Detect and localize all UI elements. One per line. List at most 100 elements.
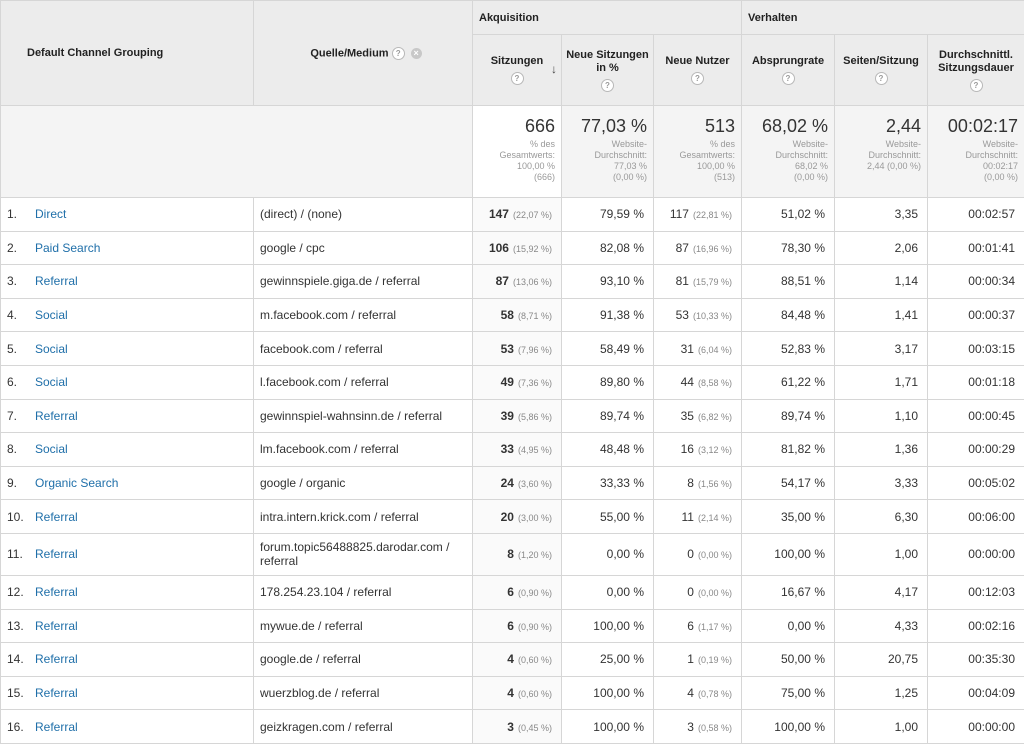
sessions-percent: (7,36 %) [518,378,552,388]
table-row[interactable]: 3.Referralgewinnspiele.giga.de / referra… [1,265,1024,299]
source-medium-cell: 178.254.23.104 / referral [254,575,473,609]
sessions-value: 3 [507,720,514,734]
table-row[interactable]: 12.Referral178.254.23.104 / referral6(0,… [1,575,1024,609]
group-header-verhalten: Verhalten [742,1,1024,35]
channel-link[interactable]: Referral [35,720,78,734]
channel-link[interactable]: Social [35,308,68,322]
new-sessions-cell: 25,00 % [562,643,654,677]
column-header-new-users[interactable]: Neue Nutzer? [654,35,742,106]
new-users-value: 31 [681,342,694,356]
channel-link[interactable]: Referral [35,652,78,666]
column-header-channel[interactable]: Default Channel Grouping [1,1,254,106]
table-row[interactable]: 11.Referralforum.topic56488825.darodar.c… [1,533,1024,575]
question-icon[interactable]: ? [601,79,614,92]
column-header-source[interactable]: Quelle/Medium ?× [254,1,473,106]
new-users-percent: (15,79 %) [693,277,732,287]
channel-link[interactable]: Referral [35,409,78,423]
sessions-percent: (8,71 %) [518,311,552,321]
new-users-cell: 87(16,96 %) [654,231,742,265]
sessions-cell: 6(0,90 %) [473,609,562,643]
row-index: 14. [7,652,35,666]
table-row[interactable]: 9.Organic Searchgoogle / organic24(3,60 … [1,466,1024,500]
question-icon[interactable]: ? [970,79,983,92]
sessions-percent: (0,90 %) [518,622,552,632]
row-index: 13. [7,619,35,633]
channel-link[interactable]: Direct [35,207,66,221]
new-sessions-cell: 79,59 % [562,198,654,232]
pages-cell: 1,10 [835,399,928,433]
channel-cell: 11.Referral [1,533,254,575]
channel-link[interactable]: Social [35,442,68,456]
channel-link[interactable]: Referral [35,510,78,524]
new-users-value: 11 [682,510,694,524]
question-icon[interactable]: ? [691,72,704,85]
source-medium-cell: intra.intern.krick.com / referral [254,500,473,534]
channel-link[interactable]: Referral [35,619,78,633]
table-row[interactable]: 8.Sociallm.facebook.com / referral33(4,9… [1,433,1024,467]
table-row[interactable]: 10.Referralintra.intern.krick.com / refe… [1,500,1024,534]
total-pages: 2,44 Website- Durchschnitt: 2,44 (0,00 %… [835,106,928,198]
row-index: 1. [7,207,35,221]
group-header-akquisition: Akquisition [473,1,742,35]
table-row[interactable]: 5.Socialfacebook.com / referral53(7,96 %… [1,332,1024,366]
channel-cell: 7.Referral [1,399,254,433]
channel-link[interactable]: Paid Search [35,241,100,255]
table-row[interactable]: 14.Referralgoogle.de / referral4(0,60 %)… [1,643,1024,677]
new-sessions-cell: 100,00 % [562,676,654,710]
sessions-value: 24 [501,476,514,490]
channel-link[interactable]: Referral [35,274,78,288]
totals-blank [1,106,473,198]
question-icon[interactable]: ? [392,47,405,60]
question-icon[interactable]: ? [875,72,888,85]
new-sessions-cell: 100,00 % [562,710,654,744]
new-users-percent: (1,56 %) [698,479,732,489]
channel-link[interactable]: Social [35,375,68,389]
new-users-value: 53 [676,308,689,322]
sessions-cell: 33(4,95 %) [473,433,562,467]
table-row[interactable]: 15.Referralwuerzblog.de / referral4(0,60… [1,676,1024,710]
sessions-cell: 6(0,90 %) [473,575,562,609]
table-row[interactable]: 1.Direct(direct) / (none)147(22,07 %)79,… [1,198,1024,232]
new-users-cell: 6(1,17 %) [654,609,742,643]
bounce-cell: 35,00 % [742,500,835,534]
row-index: 2. [7,241,35,255]
column-header-bounce[interactable]: Absprungrate? [742,35,835,106]
question-icon[interactable]: ? [782,72,795,85]
new-sessions-cell: 93,10 % [562,265,654,299]
sort-down-arrow-icon[interactable]: ↓ [551,63,557,76]
close-icon[interactable]: × [411,48,422,59]
sessions-value: 147 [489,207,509,221]
bounce-cell: 89,74 % [742,399,835,433]
row-index: 5. [7,342,35,356]
channel-link[interactable]: Referral [35,547,78,561]
total-sessions: 666 % des Gesamtwerts: 100,00 % (666) [473,106,562,198]
question-icon[interactable]: ? [511,72,524,85]
new-users-cell: 16(3,12 %) [654,433,742,467]
table-row[interactable]: 2.Paid Searchgoogle / cpc106(15,92 %)82,… [1,231,1024,265]
source-medium-cell: wuerzblog.de / referral [254,676,473,710]
table-row[interactable]: 4.Socialm.facebook.com / referral58(8,71… [1,298,1024,332]
channel-link[interactable]: Referral [35,686,78,700]
new-users-value: 87 [676,241,689,255]
channel-link[interactable]: Referral [35,585,78,599]
new-users-value: 44 [681,375,694,389]
sessions-percent: (13,06 %) [513,277,552,287]
sessions-cell: 53(7,96 %) [473,332,562,366]
column-header-new-sessions[interactable]: Neue Sitzungen in %? [562,35,654,106]
column-header-pages[interactable]: Seiten/Sitzung? [835,35,928,106]
channel-link[interactable]: Organic Search [35,476,118,490]
table-row[interactable]: 7.Referralgewinnspiel-wahnsinn.de / refe… [1,399,1024,433]
total-new-sessions: 77,03 % Website- Durchschnitt: 77,03 % (… [562,106,654,198]
new-users-value: 35 [681,409,694,423]
table-row[interactable]: 6.Sociall.facebook.com / referral49(7,36… [1,365,1024,399]
column-header-duration[interactable]: Durchschnittl. Sitzungsdauer? [928,35,1024,106]
source-medium-cell: forum.topic56488825.darodar.com / referr… [254,533,473,575]
new-users-cell: 4(0,78 %) [654,676,742,710]
table-row[interactable]: 13.Referralmywue.de / referral6(0,90 %)1… [1,609,1024,643]
column-header-sessions[interactable]: Sitzungen?↓ [473,35,562,106]
channel-link[interactable]: Social [35,342,68,356]
row-index: 6. [7,375,35,389]
source-medium-cell: gewinnspiele.giga.de / referral [254,265,473,299]
new-users-cell: 117(22,81 %) [654,198,742,232]
table-row[interactable]: 16.Referralgeizkragen.com / referral3(0,… [1,710,1024,744]
